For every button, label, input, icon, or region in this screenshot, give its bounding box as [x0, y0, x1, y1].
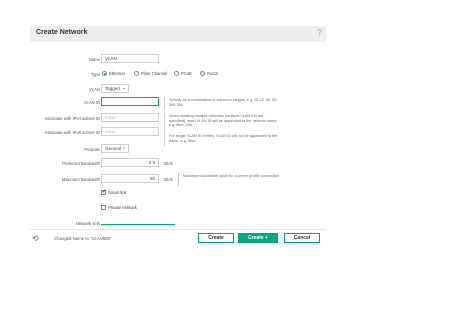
vlan-label: VLAN	[89, 87, 100, 92]
type-radio-fcoe[interactable]: FCoE	[174, 71, 192, 77]
help-divider	[164, 97, 165, 109]
cancel-button[interactable]: Cancel	[284, 233, 320, 243]
network-sets-field[interactable]	[101, 224, 175, 225]
private-network-checkbox[interactable]: Private network	[101, 205, 137, 211]
dialog-title: Create Network	[36, 29, 88, 36]
chevron-down-icon: ⌄	[121, 145, 126, 151]
type-option-roce: RoCE	[207, 71, 219, 76]
network-sets-label: Network sets	[75, 221, 100, 226]
maximum-bandwidth-input[interactable]: 50	[101, 174, 159, 183]
vlan-id-input[interactable]	[101, 97, 159, 106]
purpose-select-value: General	[105, 146, 122, 151]
checkbox-unchecked	[101, 205, 106, 211]
purpose-select[interactable]: General ⌄	[101, 144, 129, 153]
maximum-bandwidth-label: Maximum bandwidth	[61, 177, 100, 182]
smart-link-checkbox[interactable]: Smart link	[101, 189, 127, 196]
name-label: Name	[88, 57, 100, 62]
preferred-bandwidth-label: Preferred bandwidth	[62, 161, 100, 166]
create-network-dialog: Create Network ? Name VLAN Type Ethernet…	[30, 26, 326, 244]
ipv6-subnet-label: Associate with IPv6 subnet ID	[44, 130, 100, 135]
maximum-bandwidth-help: Maximum bandwidth value for a server pro…	[183, 174, 280, 178]
type-option-fcoe: FCoE	[181, 71, 192, 76]
multi-network-help: When creating multiple networks (multipl…	[169, 114, 278, 128]
type-option-ethernet: Ethernet	[109, 71, 125, 76]
radio-dot	[200, 71, 205, 77]
ipv4-subnet-input[interactable]: none	[101, 113, 159, 122]
vlan-select-value: Tagged	[105, 86, 120, 91]
chevron-down-icon: ⌄	[121, 85, 126, 91]
private-network-label: Private network	[108, 205, 137, 210]
help-divider	[164, 113, 165, 146]
preferred-bandwidth-input[interactable]: 2.5	[101, 158, 159, 167]
ipv6-subnet-input[interactable]: none	[101, 127, 159, 136]
vlan-id-help: Specify as a combination of values or ra…	[169, 98, 278, 107]
create-button[interactable]: Create	[198, 233, 234, 243]
type-radio-fibre-channel[interactable]: Fibre Channel	[134, 71, 168, 77]
radio-dot	[134, 71, 139, 77]
status-message: Changed Name to "VLAN560"	[54, 236, 112, 241]
radio-dot-selected	[102, 71, 107, 77]
ipv4-subnet-label: Associate with IPv4 subnet ID	[44, 116, 100, 121]
type-radio-ethernet[interactable]: Ethernet	[102, 71, 125, 77]
help-divider	[178, 172, 179, 186]
radio-dot	[174, 71, 179, 77]
purpose-label: Purpose	[84, 147, 100, 152]
help-icon[interactable]: ?	[318, 28, 322, 37]
vlan-select[interactable]: Tagged ⌄	[101, 84, 129, 93]
maximum-bandwidth-unit: Gb/s	[164, 177, 173, 182]
preferred-bandwidth-unit: Gb/s	[164, 161, 173, 166]
type-label: Type	[90, 72, 100, 77]
type-radio-roce[interactable]: RoCE	[200, 71, 219, 77]
dialog-footer: ⟲ Changed Name to "VLAN560" Create Creat…	[30, 229, 326, 246]
create-plus-button[interactable]: Create +	[238, 233, 278, 243]
checkbox-checked	[101, 189, 106, 196]
vlan-id-label: VLAN ID	[83, 100, 100, 105]
single-network-help: For single VLAN ID entries, VLAN ID will…	[169, 134, 278, 143]
smart-link-label: Smart link	[108, 190, 127, 195]
dialog-header: Create Network ?	[30, 26, 326, 42]
type-option-fibre-channel: Fibre Channel	[141, 71, 168, 76]
name-input[interactable]: VLAN	[101, 54, 159, 63]
history-icon[interactable]: ⟲	[32, 234, 39, 243]
